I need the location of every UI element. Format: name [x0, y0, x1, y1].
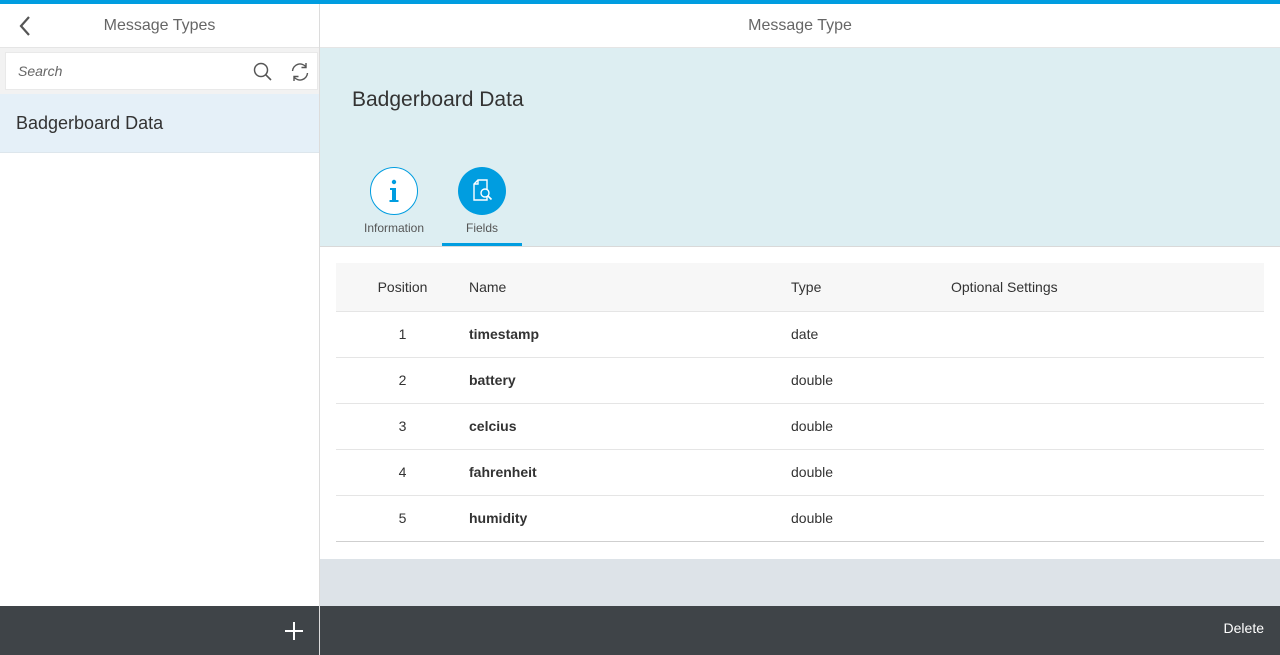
master-header: Message Types [0, 4, 319, 48]
master-pane: Message Types Badgerboard Data [0, 4, 319, 655]
detail-title: Message Type [748, 16, 852, 34]
search-icon[interactable] [252, 61, 274, 83]
detail-footer: Delete [320, 606, 1280, 655]
cell-type: date [791, 311, 951, 358]
cell-settings [951, 357, 1264, 404]
delete-button[interactable]: Delete [1224, 620, 1264, 636]
column-header-name[interactable]: Name [469, 263, 791, 312]
cell-name: humidity [469, 495, 791, 542]
chevron-left-icon [19, 16, 30, 36]
cell-position: 3 [336, 403, 469, 450]
cell-settings [951, 449, 1264, 496]
list-item[interactable]: Badgerboard Data [0, 94, 319, 153]
cell-position: 4 [336, 449, 469, 496]
column-header-position[interactable]: Position [336, 263, 469, 312]
cell-type: double [791, 449, 951, 496]
search-input[interactable] [6, 53, 246, 89]
refresh-icon[interactable] [289, 61, 311, 83]
cell-settings [951, 495, 1264, 542]
plus-icon [285, 622, 303, 640]
column-header-type[interactable]: Type [791, 263, 951, 312]
cell-settings [951, 403, 1264, 450]
search-field [5, 52, 318, 90]
object-header: Badgerboard Data Information Fields [320, 48, 1280, 246]
cell-name: battery [469, 357, 791, 404]
table-row[interactable]: 1 timestamp date [336, 311, 1264, 358]
cell-type: double [791, 495, 951, 542]
object-title: Badgerboard Data [352, 88, 524, 111]
back-button[interactable] [12, 12, 38, 40]
table-row[interactable]: 5 humidity double [336, 495, 1264, 542]
master-title: Message Types [103, 16, 216, 34]
table-row[interactable]: 3 celcius double [336, 403, 1264, 450]
column-header-optional-settings[interactable]: Optional Settings [951, 263, 1264, 312]
table-header-row: Position Name Type Optional Settings [336, 263, 1264, 312]
cell-name: timestamp [469, 311, 791, 358]
document-search-icon [473, 179, 493, 201]
search-bar [0, 48, 319, 94]
add-button[interactable] [279, 616, 309, 646]
fields-content: Position Name Type Optional Settings 1 t… [320, 247, 1280, 559]
cell-type: double [791, 357, 951, 404]
table-row[interactable]: 4 fahrenheit double [336, 449, 1264, 496]
master-footer [0, 606, 319, 655]
cell-position: 1 [336, 311, 469, 358]
detail-pane: Message Type Badgerboard Data Informatio… [320, 4, 1280, 655]
cell-name: celcius [469, 403, 791, 450]
cell-position: 5 [336, 495, 469, 542]
cell-position: 2 [336, 357, 469, 404]
cell-name: fahrenheit [469, 449, 791, 496]
tab-icon-circle [370, 167, 418, 215]
table-row[interactable]: 2 battery double [336, 357, 1264, 404]
tab-fields[interactable]: Fields [442, 167, 522, 246]
tab-icon-circle [458, 167, 506, 215]
cell-type: double [791, 403, 951, 450]
fields-table: Position Name Type Optional Settings 1 t… [336, 263, 1264, 542]
cell-settings [951, 311, 1264, 358]
detail-header: Message Type [320, 4, 1280, 48]
info-icon [389, 179, 399, 202]
message-type-list: Badgerboard Data [0, 94, 319, 153]
tab-information[interactable]: Information [354, 167, 434, 246]
tab-label: Information [363, 221, 425, 235]
tab-label: Fields [465, 221, 498, 235]
